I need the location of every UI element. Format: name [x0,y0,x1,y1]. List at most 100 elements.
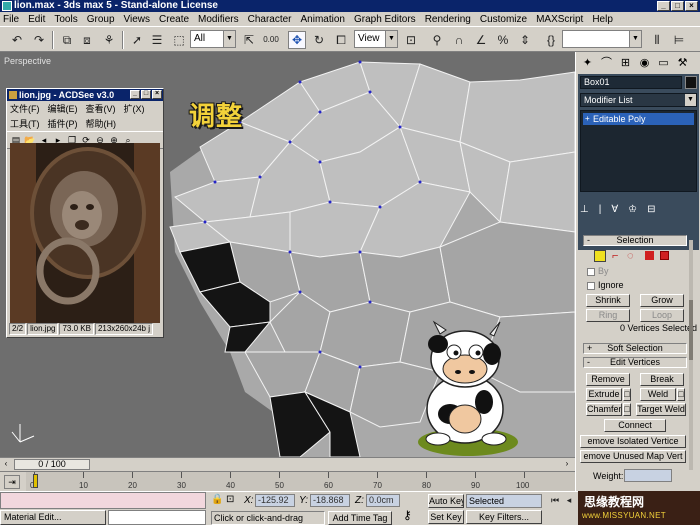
shrink-button[interactable]: Shrink [586,294,630,307]
redo-icon[interactable]: ↷ [30,31,48,49]
utilities-tab-icon[interactable]: ⚒ [674,55,691,72]
reference-coordinate-dropdown[interactable]: View ▼ [354,30,398,48]
menu-create[interactable]: Create [159,14,189,25]
menu-file[interactable]: File [3,14,19,25]
align-icon[interactable]: ⊨ [670,31,688,49]
angle-snap-icon[interactable]: ∠ [472,31,490,49]
unlink-icon[interactable]: ⧈ [78,31,96,49]
spinner-snap-field[interactable]: 0.00 [262,31,280,49]
time-slider-next-icon[interactable]: › [561,459,573,470]
menu-maxscript[interactable]: MAXScript [536,14,583,25]
acdsee-menu-extend[interactable]: 扩(X) [124,102,145,115]
vertex-mode-icon[interactable] [594,250,606,262]
border-mode-icon[interactable]: ◌ [627,250,634,262]
selection-filter-dropdown[interactable]: All ▼ [190,30,236,48]
remove-isolated-vertices-button[interactable]: emove Isolated Vertice [580,435,686,448]
key-filters-button[interactable]: Key Filters... [466,510,542,524]
set-key-button[interactable]: Set Key [428,510,464,524]
break-button[interactable]: Break [640,373,684,386]
loop-button[interactable]: Loop [640,309,684,322]
edit-vertices-rollout-header[interactable]: - Edit Vertices [583,357,687,368]
select-and-link-icon[interactable]: ⇱ [240,31,258,49]
create-tab-icon[interactable]: ✦ [579,55,596,72]
stack-item-editable-poly[interactable]: Editable Poly [583,113,694,125]
time-slider-prev-icon[interactable]: ‹ [0,459,12,470]
acdsee-title-bar[interactable]: lion.jpg - ACDSee v3.0 _ □ × [7,89,163,101]
undo-icon[interactable]: ↶ [8,31,26,49]
named-selection-icon[interactable]: {} [542,31,560,49]
key-selection-dropdown[interactable]: Selected [466,494,542,508]
select-by-name-icon[interactable]: ☰ [148,31,166,49]
acdsee-maximize-button[interactable]: □ [141,90,151,99]
show-end-result-icon[interactable]: | [599,204,602,215]
ignore-backfacing-checkbox[interactable] [587,282,595,290]
acdsee-menu-edit[interactable]: 编辑(E) [48,102,78,115]
menu-tools[interactable]: Tools [54,14,77,25]
auto-key-button[interactable]: Auto Key [428,494,464,508]
spinner-snap-icon[interactable]: ⇕ [516,31,534,49]
acdsee-menu-file[interactable]: 文件(F) [10,102,40,115]
go-to-start-icon[interactable]: ⏮ [548,494,562,507]
percent-snap-icon[interactable]: % [494,31,512,49]
acdsee-menu-view[interactable]: 查看(V) [86,102,116,115]
polygon-mode-icon[interactable] [645,251,654,260]
chamfer-settings-icon[interactable]: □ [623,403,631,416]
menu-group[interactable]: Group [87,14,115,25]
key-icon[interactable]: ⚷ [403,508,412,522]
extrude-settings-icon[interactable]: □ [623,388,631,401]
y-coord-field[interactable]: -18.868 [310,494,350,507]
add-time-tag-button[interactable]: Add Time Tag [328,511,392,525]
open-mini-curve-editor-icon[interactable]: ⇥ [4,475,20,489]
bind-space-warp-icon[interactable]: ⚘ [100,31,118,49]
pivot-center-icon[interactable]: ⊡ [402,31,420,49]
menu-customize[interactable]: Customize [480,14,527,25]
maxscript-mini-listener[interactable] [0,492,206,509]
select-and-scale-icon[interactable]: ⧠ [332,31,350,49]
soft-selection-rollout-header[interactable]: + Soft Selection [583,343,687,354]
select-and-move-icon[interactable]: ✥ [288,31,306,49]
acdsee-menu-plugins[interactable]: 插件(P) [48,117,78,130]
absolute-transform-icon[interactable]: ⊡ [226,494,238,508]
acdsee-menu-tools[interactable]: 工具(T) [10,117,40,130]
selection-rollout-header[interactable]: - Selection [583,235,687,246]
lock-selection-icon[interactable]: 🔒 [211,494,223,508]
menu-rendering[interactable]: Rendering [425,14,471,25]
select-and-rotate-icon[interactable]: ↻ [310,31,328,49]
motion-tab-icon[interactable]: ◉ [636,55,653,72]
menu-edit[interactable]: Edit [28,14,45,25]
menu-help[interactable]: Help [592,14,613,25]
viewport-label[interactable]: Perspective [4,56,51,66]
ring-button[interactable]: Ring [586,309,630,322]
maximize-button[interactable]: □ [671,1,684,11]
snap-toggle-icon[interactable]: ∩ [450,31,468,49]
hierarchy-tab-icon[interactable]: ⊞ [617,55,634,72]
element-mode-icon[interactable] [660,251,669,260]
modify-tab-icon[interactable]: ⌒ [598,55,615,72]
minimize-button[interactable]: _ [657,1,670,11]
pin-stack-icon[interactable]: ⊥ [580,204,589,215]
acdsee-close-button[interactable]: × [152,90,162,99]
menu-animation[interactable]: Animation [301,14,345,25]
weld-button[interactable]: Weld [640,388,676,401]
z-coord-field[interactable]: 0.0cm [366,494,400,507]
close-button[interactable]: × [685,1,698,11]
remove-button[interactable]: Remove [586,373,630,386]
make-unique-icon[interactable]: ∀ [611,204,618,215]
mirror-icon[interactable]: ⫴ [648,31,666,49]
object-name-field[interactable]: Box01 [580,76,682,89]
named-selection-dropdown[interactable]: ▼ [562,30,642,48]
weight-spinner-field[interactable] [624,469,672,482]
menu-views[interactable]: Views [124,14,151,25]
connect-button[interactable]: Connect [604,419,666,432]
object-color-swatch[interactable] [685,76,697,89]
time-slider-handle[interactable]: 0 / 100 [14,459,90,470]
grow-button[interactable]: Grow [640,294,684,307]
modifier-list-dropdown[interactable]: Modifier List ▼ [580,93,697,107]
remove-modifier-icon[interactable]: ♔ [628,204,637,215]
region-select-icon[interactable]: ⬚ [170,31,188,49]
x-coord-field[interactable]: -125.92 [255,494,295,507]
by-vertex-checkbox[interactable] [587,268,595,276]
material-editor-taskbar-item[interactable]: Material Edit... [0,510,106,525]
remove-unused-map-verts-button[interactable]: emove Unused Map Vert [580,450,686,463]
current-frame-marker[interactable] [33,474,38,488]
